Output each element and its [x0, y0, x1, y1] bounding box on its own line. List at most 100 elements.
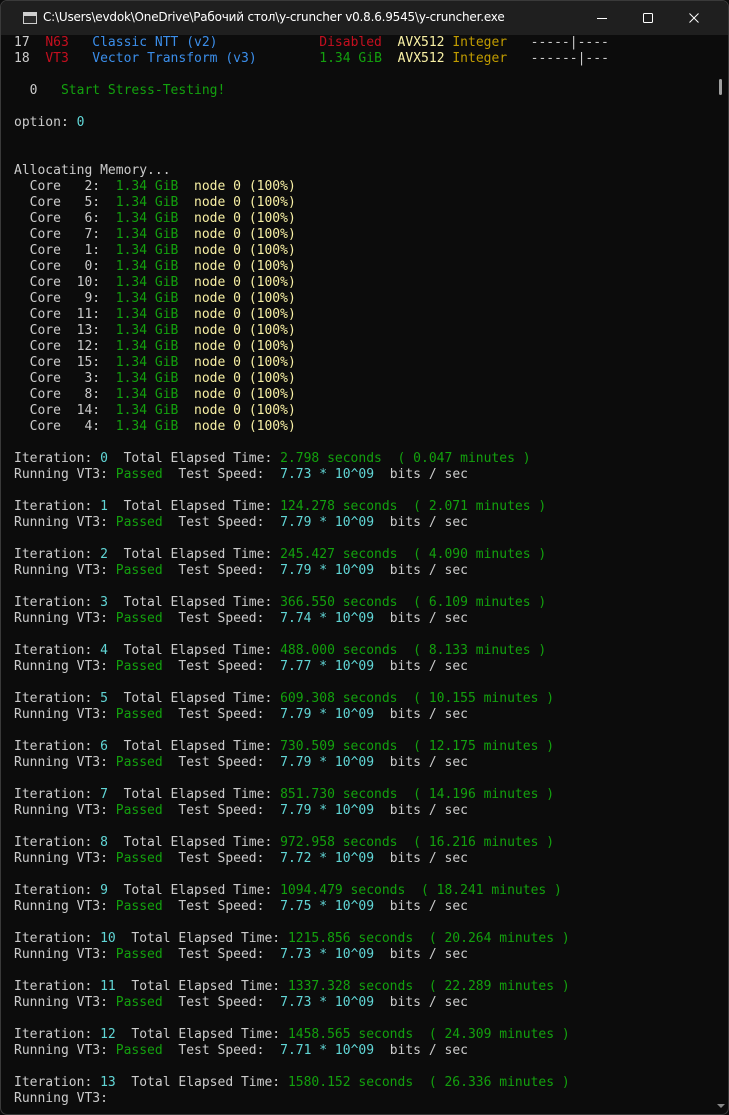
- console-text: 1.34 GiB: [115, 243, 179, 258]
- console-text: Core 10:: [14, 275, 116, 290]
- console-text: Iteration:: [14, 691, 101, 706]
- console-text: 1.34 GiB: [115, 211, 179, 226]
- console-text: 7.79 * 10^09: [280, 515, 375, 530]
- console-line: Running VT3: Passed Test Speed: 7.73 * 1…: [14, 995, 704, 1011]
- console-text: Passed: [115, 851, 163, 866]
- console-text: 1215.856 seconds ( 20.264 minutes ): [287, 931, 570, 946]
- console-text: Total Elapsed Time:: [107, 451, 281, 466]
- console-text: Passed: [115, 995, 163, 1010]
- console-text: Total Elapsed Time:: [115, 1075, 288, 1090]
- console-text: bits / sec: [374, 515, 468, 530]
- console-text: node 0 (100%): [194, 307, 296, 322]
- console-text: Iteration:: [14, 739, 101, 754]
- console-text: Running VT3:: [14, 1043, 116, 1058]
- console-text: 488.000 seconds ( 8.133 minutes ): [280, 643, 547, 658]
- console-line: Running VT3: Passed Test Speed: 7.79 * 1…: [14, 707, 704, 723]
- console-text: Running VT3:: [14, 467, 116, 482]
- console-text: Integer: [452, 35, 508, 50]
- console-text: 1.34 GiB: [115, 291, 179, 306]
- maximize-button[interactable]: [625, 1, 671, 35]
- console-text: VT3: [45, 51, 69, 66]
- console-text: Running VT3:: [14, 755, 116, 770]
- console-text: Passed: [115, 803, 163, 818]
- console-line: Iteration: 1 Total Elapsed Time: 124.278…: [14, 499, 704, 515]
- console-text: Passed: [115, 707, 163, 722]
- console-text: 7.73 * 10^09: [280, 467, 375, 482]
- console-text: bits / sec: [374, 755, 468, 770]
- console-window: C:\Users\evdok\OneDrive\Рабочий стол\y-c…: [0, 0, 729, 1115]
- console-text: bits / sec: [374, 563, 468, 578]
- console-line: Core 13: 1.34 GiB node 0 (100%): [14, 323, 704, 339]
- scrollbar-thumb[interactable]: [719, 79, 722, 95]
- console-text: Iteration:: [14, 979, 101, 994]
- console-text: Core 13:: [14, 323, 116, 338]
- scroll-down-arrow-icon[interactable]: [716, 1102, 726, 1110]
- console-line: Core 6: 1.34 GiB node 0 (100%): [14, 211, 704, 227]
- console-output[interactable]: 17 N63 Classic NTT (v2) Disabled AVX512 …: [14, 35, 704, 1107]
- console-text: 1: [100, 499, 108, 514]
- console-text: 609.308 seconds ( 10.155 minutes ): [280, 691, 555, 706]
- console-text: Test Speed:: [162, 611, 281, 626]
- console-text: Vector Transform (v3): [92, 51, 257, 66]
- console-text: 7.73 * 10^09: [280, 947, 375, 962]
- vertical-scrollbar[interactable]: [712, 35, 728, 1114]
- console-line: Running VT3: Passed Test Speed: 7.71 * 1…: [14, 1043, 704, 1059]
- console-text: Test Speed:: [162, 803, 281, 818]
- console-text: bits / sec: [374, 707, 468, 722]
- minimize-icon: [597, 18, 607, 19]
- console-text: AVX512: [397, 51, 445, 66]
- console-text: Iteration:: [14, 787, 101, 802]
- console-text: 6: [100, 739, 108, 754]
- console-line: Iteration: 13 Total Elapsed Time: 1580.1…: [14, 1075, 704, 1091]
- console-text: 7.74 * 10^09: [280, 611, 375, 626]
- console-text: 17: [14, 35, 46, 50]
- console-text: 7.72 * 10^09: [280, 851, 375, 866]
- console-text: Core 2:: [14, 179, 116, 194]
- console-text: Iteration:: [14, 451, 101, 466]
- console-text: option:: [14, 115, 77, 130]
- close-button[interactable]: [671, 1, 717, 35]
- minimize-button[interactable]: [579, 1, 625, 35]
- title-bar[interactable]: C:\Users\evdok\OneDrive\Рабочий стол\y-c…: [1, 1, 728, 35]
- console-text: 1.34 GiB: [115, 371, 179, 386]
- console-text: node 0 (100%): [194, 179, 296, 194]
- console-text: 1.34 GiB: [115, 195, 179, 210]
- console-text: 7: [100, 787, 108, 802]
- console-text: bits / sec: [374, 851, 468, 866]
- console-text: Integer: [452, 51, 508, 66]
- console-text: Passed: [115, 515, 163, 530]
- console-text: bits / sec: [374, 803, 468, 818]
- console-text: 1.34 GiB: [319, 51, 382, 66]
- console-text: Test Speed:: [162, 659, 281, 674]
- console-text: 1337.328 seconds ( 22.289 minutes ): [287, 979, 570, 994]
- console-text: 1458.565 seconds ( 24.309 minutes ): [287, 1027, 570, 1042]
- console-line: Iteration: 0 Total Elapsed Time: 2.798 s…: [14, 451, 704, 467]
- console-text: 7.79 * 10^09: [280, 563, 375, 578]
- console-text: Running VT3:: [14, 563, 116, 578]
- console-text: Running VT3:: [14, 515, 116, 530]
- console-text: Running VT3:: [14, 803, 116, 818]
- console-line: Core 10: 1.34 GiB node 0 (100%): [14, 275, 704, 291]
- console-line: 18 VT3 Vector Transform (v3) 1.34 GiB AV…: [14, 51, 704, 67]
- console-icon: [23, 12, 37, 24]
- console-text: Running VT3:: [14, 947, 116, 962]
- console-line: Running VT3: Passed Test Speed: 7.73 * 1…: [14, 467, 704, 483]
- console-line: Core 1: 1.34 GiB node 0 (100%): [14, 243, 704, 259]
- console-text: Classic NTT (v2): [92, 35, 218, 50]
